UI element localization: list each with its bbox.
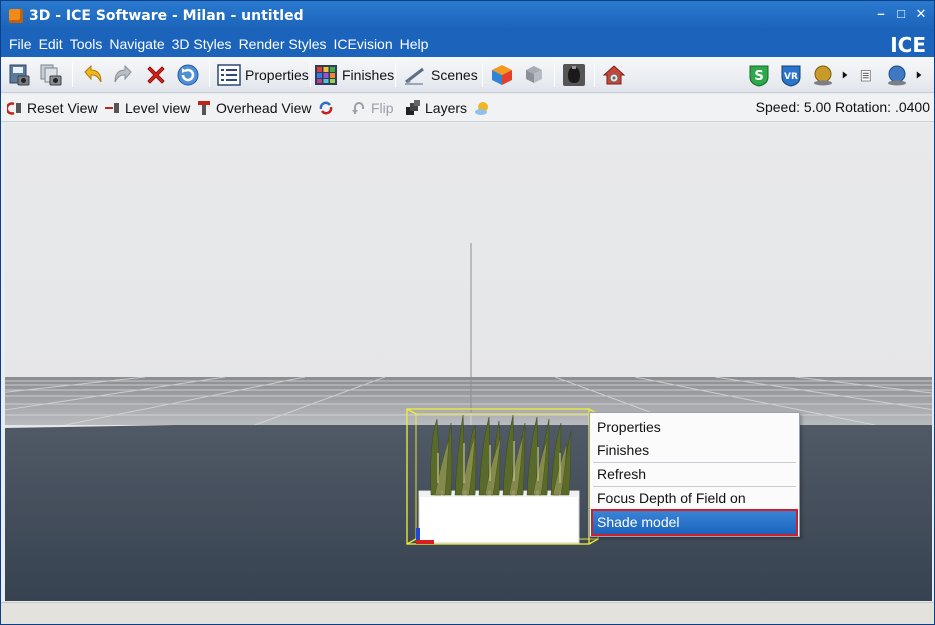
color-cube-icon (492, 65, 512, 85)
brand-logo: ICE (890, 33, 926, 57)
green-s-shield-icon: S (749, 65, 769, 87)
scenes-label: Scenes (431, 67, 478, 83)
context-item-focus-depth-of-field[interactable]: Focus Depth of Field on selected (593, 487, 796, 529)
window-controls: – □ ✕ (874, 6, 928, 22)
reset-view-icon (7, 102, 21, 115)
overhead-view-button[interactable]: Overhead View (196, 98, 311, 118)
overhead-view-icon (198, 101, 210, 115)
context-item-shade-model[interactable]: Shade model (591, 509, 798, 536)
gray-cube-icon (526, 66, 542, 83)
main-toolbar: Properties Finishes Scenes S VR (1, 57, 934, 93)
document-button[interactable] (859, 62, 877, 88)
vr-button[interactable]: VR (779, 62, 803, 88)
sun-cloud-icon (475, 102, 488, 115)
properties-list-icon (217, 64, 241, 86)
reset-view-label: Reset View (27, 100, 98, 116)
gray-cube-button[interactable] (522, 62, 546, 88)
layers-icon (406, 100, 420, 115)
delete-button[interactable] (144, 62, 168, 88)
window-title: 3D - ICE Software - Milan - untitled (29, 8, 304, 24)
light-bulb-icon (563, 64, 585, 86)
blue-sphere-icon (888, 65, 906, 86)
maximize-button[interactable]: □ (894, 6, 908, 22)
house-settings-button[interactable] (602, 62, 626, 88)
play-button[interactable] (841, 62, 855, 88)
copy-view-button[interactable] (39, 62, 63, 88)
smart-button[interactable]: S (747, 62, 771, 88)
undo-arrow-icon (84, 64, 102, 83)
finishes-palette-icon (315, 65, 337, 85)
level-view-button[interactable]: Level view (105, 98, 190, 118)
refresh-button[interactable] (176, 62, 200, 88)
save-camera-icon (9, 64, 30, 86)
level-view-icon (105, 103, 119, 113)
flip-label: Flip (371, 100, 394, 116)
finishes-button[interactable]: Finishes (314, 62, 394, 88)
menu-render-styles[interactable]: Render Styles (239, 36, 334, 52)
rotate-arrows-icon (319, 101, 333, 115)
context-item-refresh[interactable]: Refresh (593, 463, 796, 486)
level-view-label: Level view (125, 100, 191, 116)
properties-button[interactable]: Properties (217, 62, 309, 88)
refresh-icon (177, 64, 199, 86)
layers-label: Layers (425, 100, 468, 116)
view-toolbar: Reset View Level view Overhead View Flip (1, 94, 934, 122)
context-item-finishes[interactable]: Finishes (593, 439, 796, 462)
redo-arrow-icon (114, 64, 132, 83)
globe-button[interactable] (885, 62, 909, 88)
minimize-button[interactable]: – (874, 6, 888, 22)
more-button[interactable] (915, 62, 929, 88)
gold-sphere-icon (814, 65, 832, 86)
3d-cube-button[interactable] (490, 62, 514, 88)
svg-text:VR: VR (784, 72, 798, 82)
reset-view-button[interactable]: Reset View (7, 98, 98, 118)
status-bar (1, 602, 934, 624)
menu-bar: File Edit Tools Navigate 3D Styles Rende… (1, 31, 934, 57)
context-item-properties[interactable]: Properties (593, 416, 796, 439)
delete-x-icon (147, 66, 165, 84)
context-menu: Properties Finishes Refresh Focus Depth … (589, 412, 800, 537)
overhead-view-label: Overhead View (216, 100, 312, 116)
redo-button[interactable] (111, 62, 135, 88)
scenes-brush-icon (405, 67, 424, 85)
rotate-view-button[interactable] (318, 98, 338, 118)
overflow-arrow-icon (916, 71, 922, 79)
planter-box (418, 490, 580, 544)
avatar-button[interactable] (811, 62, 835, 88)
copy-camera-icon (40, 64, 62, 86)
menu-3d-styles[interactable]: 3D Styles (172, 36, 239, 52)
speed-rotation-readout: Speed: 5.00 Rotation: .0400 (755, 99, 930, 115)
scenes-button[interactable]: Scenes (403, 62, 478, 88)
properties-label: Properties (245, 67, 309, 83)
vr-shield-icon: VR (781, 65, 801, 87)
menu-icevision[interactable]: ICEvision (334, 36, 400, 52)
flip-arrow-icon (352, 102, 364, 114)
flip-button[interactable]: Flip (351, 98, 394, 118)
undo-button[interactable] (81, 62, 105, 88)
sun-settings-button[interactable] (474, 98, 494, 118)
house-gear-icon (602, 65, 626, 85)
menu-edit[interactable]: Edit (39, 36, 70, 52)
finishes-label: Finishes (342, 67, 395, 83)
lighting-button[interactable] (562, 62, 586, 88)
menu-file[interactable]: File (9, 36, 39, 52)
close-button[interactable]: ✕ (914, 6, 928, 22)
menu-tools[interactable]: Tools (70, 36, 110, 52)
title-bar[interactable]: 3D - ICE Software - Milan - untitled – □… (1, 1, 934, 31)
layers-button[interactable]: Layers (405, 98, 467, 118)
app-cube-icon (9, 9, 23, 23)
document-stack-icon (860, 70, 871, 82)
menu-help[interactable]: Help (400, 36, 436, 52)
play-arrow-icon (842, 71, 848, 79)
svg-text:S: S (754, 69, 763, 84)
save-view-button[interactable] (7, 62, 31, 88)
app-window: 3D - ICE Software - Milan - untitled – □… (0, 0, 935, 625)
menu-navigate[interactable]: Navigate (109, 36, 171, 52)
